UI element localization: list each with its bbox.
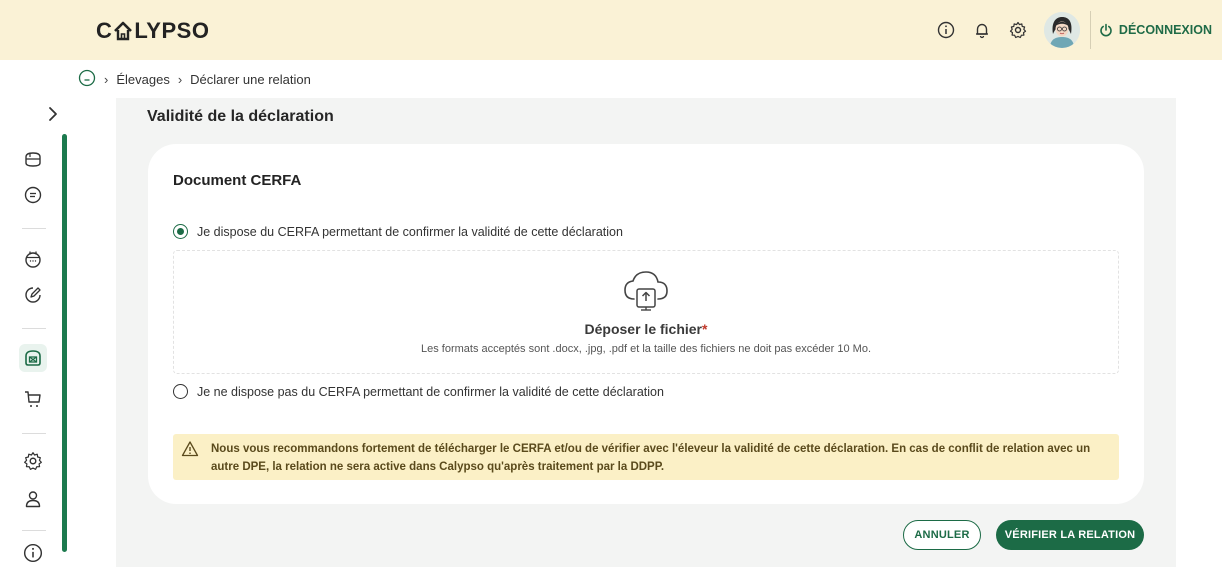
card-title: Document CERFA bbox=[173, 172, 302, 189]
logo-house-icon bbox=[114, 21, 133, 41]
sidebar-divider bbox=[22, 433, 46, 434]
warning-text: Nous vous recommandons fortement de télé… bbox=[211, 443, 1091, 473]
dropzone-hint: Les formats acceptés sont .docx, .jpg, .… bbox=[420, 343, 872, 355]
sidebar-divider bbox=[22, 328, 46, 329]
home-icon[interactable] bbox=[78, 69, 96, 90]
breadcrumb-separator: › bbox=[104, 71, 109, 87]
barn-icon[interactable] bbox=[19, 344, 47, 372]
cerfa-card: Document CERFA Je dispose du CERFA perme… bbox=[148, 144, 1144, 504]
verify-relation-button[interactable]: VÉRIFIER LA RELATION bbox=[996, 520, 1144, 550]
radio-yes[interactable] bbox=[173, 224, 188, 239]
gear-icon[interactable] bbox=[22, 450, 44, 472]
dropzone-title-text: Déposer le fichier bbox=[584, 321, 703, 337]
header-divider bbox=[1089, 11, 1091, 49]
breadcrumb: › Élevages › Déclarer une relation bbox=[78, 68, 311, 90]
sidebar-scrollbar[interactable] bbox=[62, 134, 67, 552]
radio-no-label: Je ne dispose pas du CERFA permettant de… bbox=[197, 384, 664, 399]
logo-text-right: LYPSO bbox=[134, 18, 210, 43]
radio-yes-label: Je dispose du CERFA permettant de confir… bbox=[197, 224, 623, 239]
sidebar bbox=[0, 98, 78, 567]
info-icon[interactable] bbox=[936, 20, 956, 40]
radio-option-yes[interactable]: Je dispose du CERFA permettant de confir… bbox=[173, 224, 623, 239]
main-content: Validité de la déclaration Document CERF… bbox=[116, 98, 1176, 567]
logout-button[interactable]: DÉCONNEXION bbox=[1099, 23, 1212, 37]
dropzone-title: Déposer le fichier* bbox=[174, 321, 1118, 337]
power-icon bbox=[1100, 23, 1112, 37]
radio-option-no[interactable]: Je ne dispose pas du CERFA permettant de… bbox=[173, 384, 664, 399]
edit-icon[interactable] bbox=[22, 284, 44, 306]
avatar[interactable] bbox=[1043, 12, 1080, 48]
sidebar-divider bbox=[22, 228, 46, 229]
app-logo[interactable]: C LYPSO bbox=[96, 18, 209, 44]
briefcase-icon[interactable] bbox=[22, 148, 44, 170]
section-title: Validité de la déclaration bbox=[147, 108, 334, 125]
breadcrumb-item-elevages[interactable]: Élevages bbox=[116, 72, 169, 87]
chevron-right-icon[interactable] bbox=[45, 106, 61, 122]
gear-icon[interactable] bbox=[1008, 20, 1028, 40]
required-mark: * bbox=[702, 321, 708, 337]
sidebar-divider bbox=[22, 530, 46, 531]
file-dropzone[interactable]: Déposer le fichier* Les formats acceptés… bbox=[173, 250, 1119, 374]
logout-label: DÉCONNEXION bbox=[1118, 23, 1212, 37]
document-icon[interactable] bbox=[22, 184, 44, 206]
cloud-upload-icon bbox=[624, 271, 668, 311]
radio-no[interactable] bbox=[173, 384, 188, 399]
bell-icon[interactable] bbox=[972, 20, 992, 40]
calendar-icon[interactable] bbox=[22, 248, 44, 270]
warning-icon bbox=[181, 441, 199, 457]
warning-banner: Nous vous recommandons fortement de télé… bbox=[173, 434, 1119, 480]
top-bar: C LYPSO DÉCONNEXION bbox=[0, 0, 1222, 60]
breadcrumb-item-current: Déclarer une relation bbox=[190, 71, 311, 87]
breadcrumb-separator: › bbox=[177, 71, 183, 87]
info-icon[interactable] bbox=[22, 542, 44, 564]
logo-text-left: C bbox=[96, 18, 113, 43]
cancel-button[interactable]: ANNULER bbox=[903, 520, 981, 550]
user-icon[interactable] bbox=[22, 488, 44, 510]
cart-icon[interactable] bbox=[22, 388, 44, 410]
header-actions: DÉCONNEXION bbox=[936, 0, 1222, 60]
